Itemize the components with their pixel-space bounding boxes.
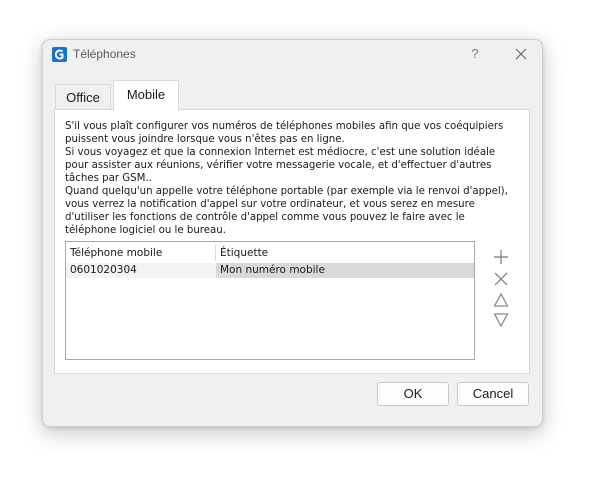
cell-label[interactable]: Mon numéro mobile bbox=[220, 263, 470, 278]
cancel-button[interactable]: Cancel bbox=[457, 382, 529, 406]
column-header-phone[interactable]: Téléphone mobile bbox=[70, 243, 210, 263]
x-icon[interactable] bbox=[493, 271, 509, 287]
title-bar: Téléphones ? bbox=[43, 40, 542, 70]
description-line: pour assister aux réunions, vérifier vot… bbox=[65, 160, 492, 171]
description-line: S'il vous plaît configurer vos numéros d… bbox=[65, 121, 504, 132]
table-row[interactable]: 0601020304 Mon numéro mobile bbox=[66, 263, 474, 278]
triangle-down-icon[interactable] bbox=[493, 312, 509, 328]
description-line: vous verrez la notification d'appel sur … bbox=[65, 199, 475, 210]
telephones-dialog: Téléphones ? Office Mobile S'il vous pla… bbox=[42, 39, 543, 427]
description-line: Quand quelqu'un appelle votre téléphone … bbox=[65, 186, 508, 197]
app-logo-icon bbox=[52, 47, 67, 62]
cell-phone-number[interactable]: 0601020304 bbox=[70, 263, 210, 278]
tab-mobile[interactable]: Mobile bbox=[113, 80, 179, 111]
window-title: Téléphones bbox=[73, 47, 136, 61]
description-line: d'utiliser les fonctions de contrôle d'a… bbox=[65, 212, 465, 223]
mobile-tab-panel: S'il vous plaît configurer vos numéros d… bbox=[54, 109, 530, 374]
column-header-label[interactable]: Étiquette bbox=[220, 243, 470, 263]
description-line: tâches par GSM.. bbox=[65, 173, 152, 184]
column-divider bbox=[215, 245, 216, 261]
description-line: Si vous voyagez et que la connexion Inte… bbox=[65, 147, 496, 158]
ok-button[interactable]: OK bbox=[377, 382, 449, 406]
description-text: S'il vous plaît configurer vos numéros d… bbox=[65, 120, 525, 237]
description-line: téléphone logiciel ou le bureau. bbox=[65, 225, 226, 236]
mobile-phones-table[interactable]: Téléphone mobile Étiquette 0601020304 Mo… bbox=[65, 241, 475, 360]
tab-office[interactable]: Office bbox=[55, 84, 111, 111]
help-button[interactable]: ? bbox=[466, 45, 484, 63]
plus-icon[interactable] bbox=[493, 249, 509, 265]
triangle-up-icon[interactable] bbox=[493, 292, 509, 308]
close-icon[interactable] bbox=[512, 45, 530, 63]
description-line: puissent vous joindre lorsque vous n'ête… bbox=[65, 134, 345, 145]
